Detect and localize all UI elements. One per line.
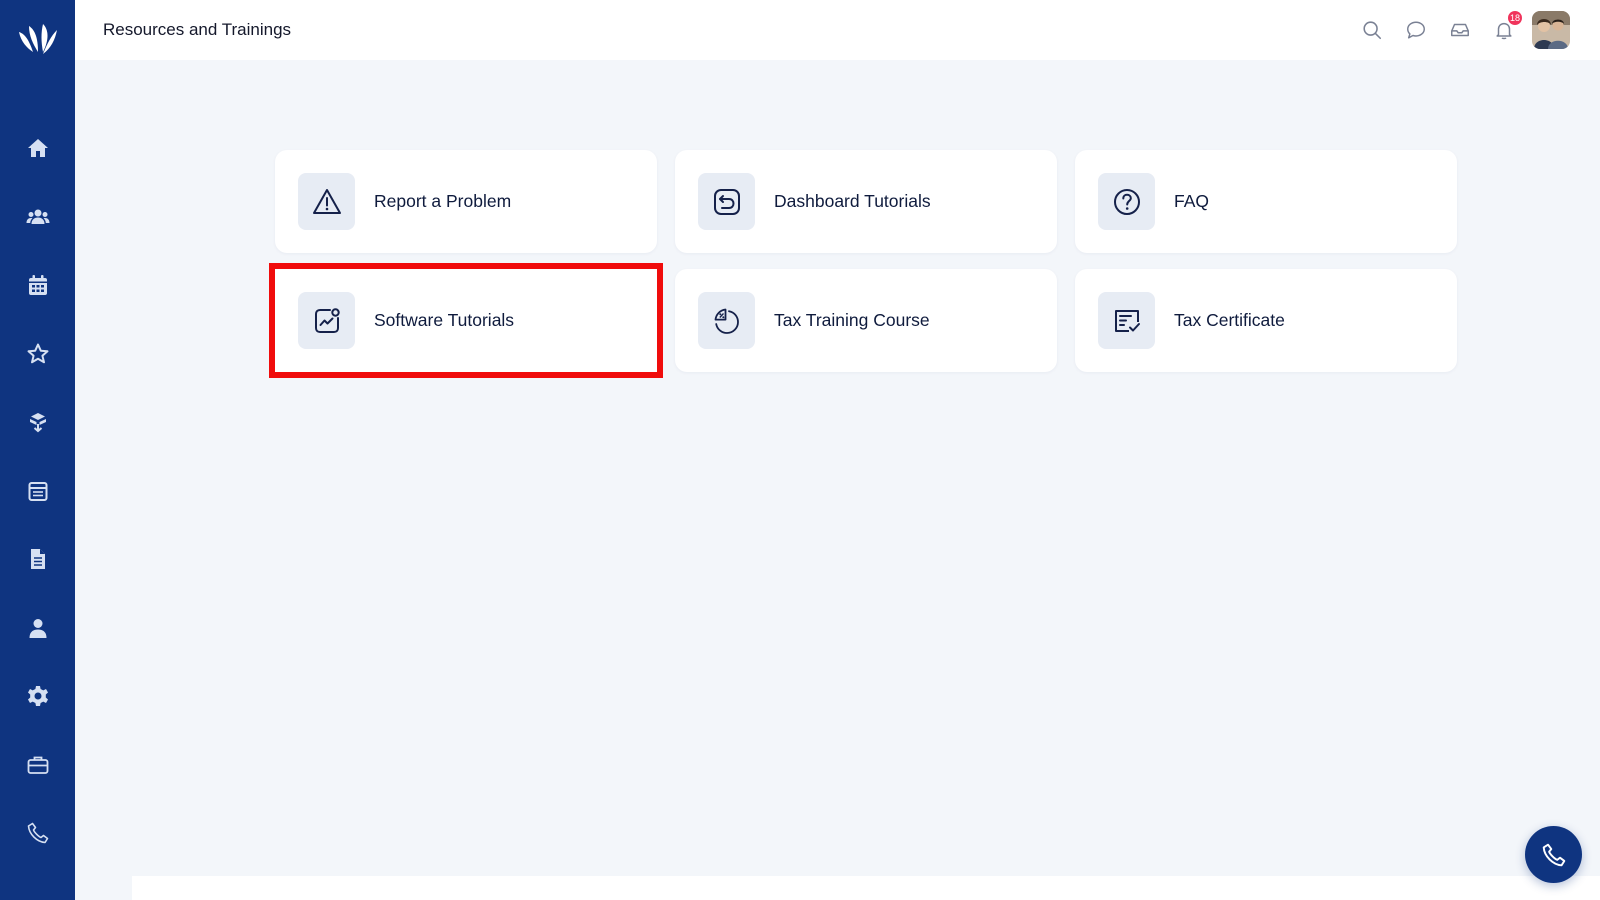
sidebar-item-business[interactable] (0, 731, 75, 800)
users-icon (26, 209, 49, 224)
sidebar-item-settings[interactable] (0, 662, 75, 731)
sidebar-item-home[interactable] (0, 114, 75, 183)
return-arrow-icon (713, 188, 740, 215)
card-tax-training-course[interactable]: Tax Training Course (675, 269, 1057, 372)
call-button[interactable] (1525, 826, 1582, 883)
star-icon (27, 343, 48, 364)
inbox-icon (1451, 23, 1469, 37)
card-label: Tax Training Course (774, 310, 930, 330)
card-icon-box (298, 292, 355, 349)
home-icon (27, 139, 48, 158)
sidebar-nav (0, 114, 75, 868)
notification-badge: 18 (1507, 11, 1522, 25)
chart-gear-icon (314, 307, 340, 333)
footer-strip (132, 876, 1600, 900)
brand-logo-icon[interactable] (15, 18, 61, 58)
card-icon-box (1098, 292, 1155, 349)
card-label: Dashboard Tutorials (774, 191, 931, 211)
document-icon (30, 549, 45, 570)
search-icon (1363, 21, 1382, 40)
card-label: Software Tutorials (374, 310, 515, 330)
search-button[interactable] (1360, 18, 1384, 42)
messages-button[interactable] (1404, 18, 1428, 42)
resources-grid: Report a Problem Dashboard Tutorials FAQ… (269, 150, 1459, 378)
sidebar-item-favorites[interactable] (0, 320, 75, 389)
page-title: Resources and Trainings (103, 20, 292, 39)
percent-pie-icon (714, 308, 739, 334)
sidebar-item-profile[interactable] (0, 594, 75, 663)
card-software-tutorials[interactable]: Software Tutorials (269, 263, 663, 378)
certificate-icon (1114, 309, 1140, 332)
avatar-photo (1532, 11, 1570, 49)
card-label: FAQ (1174, 191, 1210, 211)
card-icon-box (1098, 173, 1155, 230)
user-icon (29, 618, 46, 638)
sidebar-item-calendar[interactable] (0, 251, 75, 320)
sidebar-item-users[interactable] (0, 183, 75, 252)
phone-icon (1542, 843, 1565, 866)
card-icon-box (698, 292, 755, 349)
network-icon (29, 413, 46, 433)
notifications-button[interactable]: 18 (1492, 11, 1522, 42)
sidebar-item-calls[interactable] (0, 799, 75, 868)
chat-bubble-icon (1407, 21, 1425, 39)
sidebar-item-documents[interactable] (0, 525, 75, 594)
card-report-a-problem[interactable]: Report a Problem (275, 150, 657, 253)
card-icon-box (698, 173, 755, 230)
question-icon (1113, 188, 1140, 215)
phone-icon (27, 822, 48, 844)
card-label: Tax Certificate (1174, 310, 1285, 330)
calendar-icon (28, 275, 47, 296)
inbox-button[interactable] (1448, 18, 1472, 42)
card-dashboard-tutorials[interactable]: Dashboard Tutorials (675, 150, 1057, 253)
top-actions: 18 (1340, 10, 1570, 50)
sidebar-item-network[interactable] (0, 388, 75, 457)
schedule-icon (28, 481, 47, 501)
warning-icon (312, 188, 341, 214)
briefcase-icon (27, 756, 48, 774)
card-icon-box (298, 173, 355, 230)
top-bar: Resources and Trainings 18 (75, 0, 1600, 60)
card-faq[interactable]: FAQ (1075, 150, 1457, 253)
card-tax-certificate[interactable]: Tax Certificate (1075, 269, 1457, 372)
sidebar (0, 0, 75, 900)
gear-icon (27, 686, 48, 707)
sidebar-item-schedule[interactable] (0, 457, 75, 526)
user-avatar[interactable] (1532, 11, 1570, 49)
card-label: Report a Problem (374, 191, 512, 211)
